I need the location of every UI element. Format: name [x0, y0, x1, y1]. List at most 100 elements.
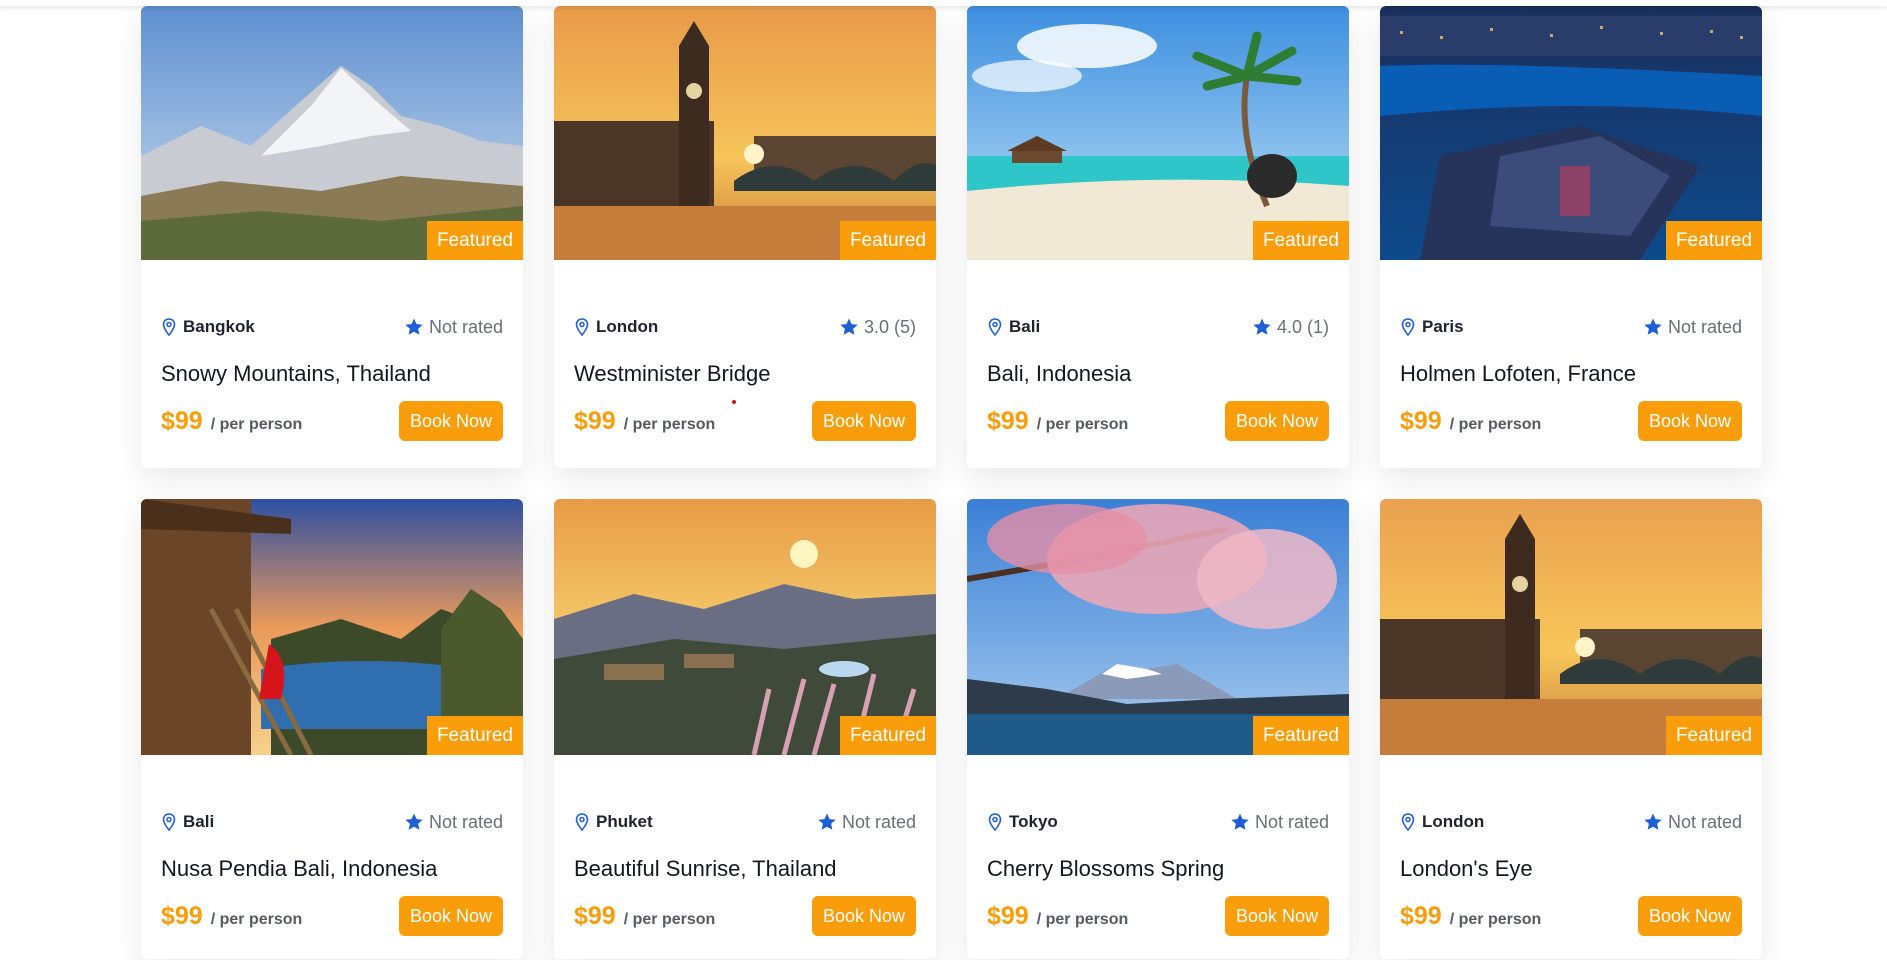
tour-photo-snowy-mountains[interactable]: Featured [141, 6, 523, 260]
location-pin-icon [1401, 813, 1415, 831]
tour-title[interactable]: Westminister Bridge [574, 361, 916, 387]
location: London [574, 317, 658, 337]
price-unit: / per person [623, 415, 716, 433]
price-amount: $99 [1400, 901, 1442, 930]
tour-photo-nusa-pendia[interactable]: Featured [141, 499, 523, 755]
featured-badge: Featured [1252, 221, 1349, 260]
location-pin-icon [162, 813, 176, 831]
star-icon [1644, 318, 1662, 335]
price-unit: / per person [210, 910, 303, 928]
location-label: Bangkok [183, 317, 255, 336]
star-icon [405, 813, 423, 830]
featured-badge: Featured [426, 221, 523, 260]
price-unit: / per person [1036, 910, 1129, 928]
cursor-dot [732, 400, 736, 404]
location: Phuket [574, 812, 653, 832]
price-unit: / per person [1449, 415, 1542, 433]
featured-badge: Featured [1665, 716, 1762, 755]
tour-photo-beautiful-sunrise[interactable]: Featured [554, 499, 936, 755]
featured-badge: Featured [839, 716, 936, 755]
tour-title[interactable]: London's Eye [1400, 856, 1742, 882]
tour-card[interactable]: Featured Bangkok Not rated Snowy Mountai… [141, 6, 523, 468]
rating: Not rated [1643, 317, 1742, 338]
rating: Not rated [404, 317, 503, 338]
location: Bali [161, 812, 214, 832]
price-unit: / per person [1036, 415, 1129, 433]
star-icon [818, 813, 836, 830]
tour-photo-bali-indonesia[interactable]: Featured [967, 6, 1349, 260]
featured-badge: Featured [426, 716, 523, 755]
rating: Not rated [404, 812, 503, 833]
book-now-button[interactable]: Book Now [398, 401, 503, 441]
star-icon [1253, 318, 1271, 335]
star-icon [1231, 813, 1249, 830]
book-now-button[interactable]: Book Now [811, 896, 916, 936]
book-now-button[interactable]: Book Now [1224, 401, 1329, 441]
star-icon [840, 318, 858, 335]
price-amount: $99 [161, 406, 203, 435]
tour-title[interactable]: Snowy Mountains, Thailand [161, 361, 503, 387]
location-pin-icon [1401, 318, 1415, 336]
location: Bangkok [161, 317, 255, 337]
location-label: Bali [183, 812, 215, 831]
price-unit: / per person [623, 910, 716, 928]
price-unit: / per person [210, 415, 303, 433]
rating: 3.0 (5) [839, 317, 916, 338]
rating-label: Not rated [428, 316, 503, 337]
rating: Not rated [1230, 812, 1329, 833]
location-pin-icon [575, 318, 589, 336]
book-now-button[interactable]: Book Now [398, 896, 503, 936]
price-amount: $99 [161, 901, 203, 930]
location-label: London [1422, 812, 1485, 831]
tour-grid: Featured Bangkok Not rated Snowy Mountai… [141, 6, 1762, 959]
location-pin-icon [988, 318, 1002, 336]
rating-label: Not rated [428, 811, 503, 832]
featured-badge: Featured [839, 221, 936, 260]
book-now-button[interactable]: Book Now [1637, 401, 1742, 441]
tour-card[interactable]: Featured London 3.0 (5) Westminister Bri… [554, 6, 936, 468]
featured-badge: Featured [1252, 716, 1349, 755]
location: Paris [1400, 317, 1464, 337]
rating-label: 3.0 (5) [863, 316, 916, 337]
tour-photo-cherry-blossoms[interactable]: Featured [967, 499, 1349, 755]
tour-title[interactable]: Bali, Indonesia [987, 361, 1329, 387]
tour-card[interactable]: Featured Tokyo Not rated Cherry Blossoms… [967, 499, 1349, 959]
location-pin-icon [162, 318, 176, 336]
rating-label: Not rated [841, 811, 916, 832]
price-amount: $99 [574, 406, 616, 435]
book-now-button[interactable]: Book Now [1637, 896, 1742, 936]
tour-card[interactable]: Featured Phuket Not rated Beautiful Sunr… [554, 499, 936, 959]
tour-card[interactable]: Featured Bali Not rated Nusa Pendia Bali… [141, 499, 523, 959]
book-now-button[interactable]: Book Now [1224, 896, 1329, 936]
price-amount: $99 [1400, 406, 1442, 435]
price-amount: $99 [574, 901, 616, 930]
tour-photo-westminister-bridge[interactable]: Featured [554, 6, 936, 260]
star-icon [1644, 813, 1662, 830]
location-label: Bali [1009, 317, 1041, 336]
location: Tokyo [987, 812, 1058, 832]
tour-title[interactable]: Holmen Lofoten, France [1400, 361, 1742, 387]
rating-label: Not rated [1667, 316, 1742, 337]
price-amount: $99 [987, 406, 1029, 435]
tour-title[interactable]: Beautiful Sunrise, Thailand [574, 856, 916, 882]
location-label: London [596, 317, 659, 336]
tour-card[interactable]: Featured London Not rated London's Eye $… [1380, 499, 1762, 959]
location: Bali [987, 317, 1040, 337]
tour-card[interactable]: Featured Bali 4.0 (1) Bali, Indonesia $9… [967, 6, 1349, 468]
tour-photo-holmen-lofoten[interactable]: Featured [1380, 6, 1762, 260]
location-label: Paris [1422, 317, 1464, 336]
tour-card[interactable]: Featured Paris Not rated Holmen Lofoten,… [1380, 6, 1762, 468]
rating: Not rated [817, 812, 916, 833]
tour-title[interactable]: Cherry Blossoms Spring [987, 856, 1329, 882]
tour-title[interactable]: Nusa Pendia Bali, Indonesia [161, 856, 503, 882]
tour-photo-londons-eye[interactable]: Featured [1380, 499, 1762, 755]
location-pin-icon [575, 813, 589, 831]
book-now-button[interactable]: Book Now [811, 401, 916, 441]
location-label: Tokyo [1009, 812, 1058, 831]
featured-badge: Featured [1665, 221, 1762, 260]
location: London [1400, 812, 1484, 832]
rating-label: Not rated [1254, 811, 1329, 832]
star-icon [405, 318, 423, 335]
location-pin-icon [988, 813, 1002, 831]
rating: 4.0 (1) [1252, 317, 1329, 338]
